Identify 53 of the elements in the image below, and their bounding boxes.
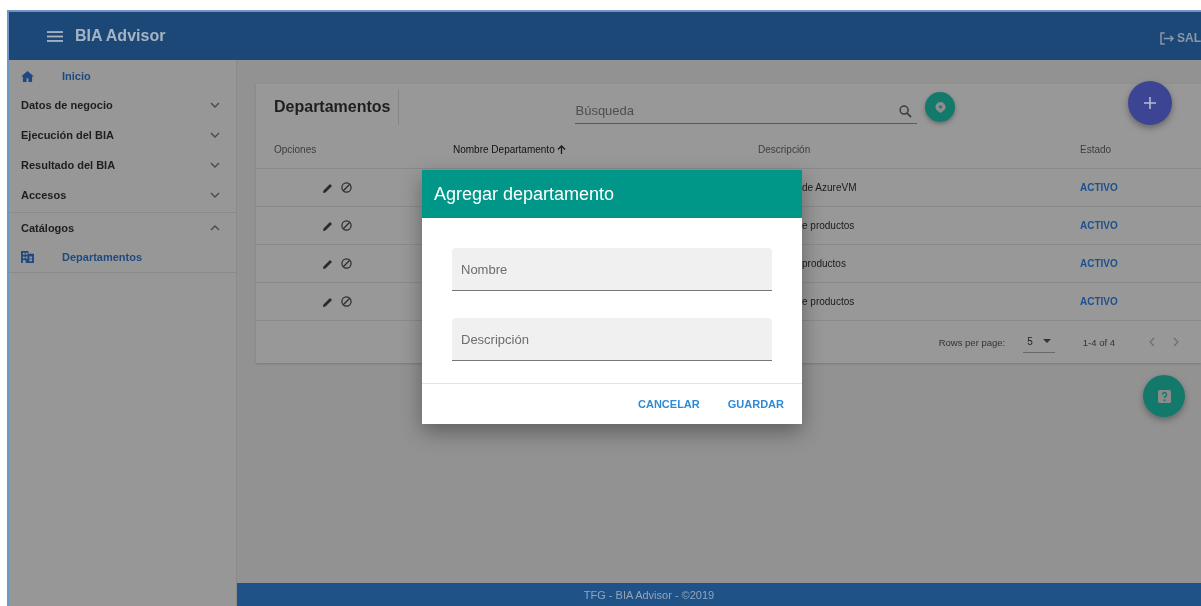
chevron-down-icon <box>210 102 220 108</box>
app-title: BIA Advisor <box>75 27 166 45</box>
status-text: ACTIVO <box>1079 258 1119 269</box>
column-header[interactable]: Nombre Departamento <box>435 143 740 155</box>
table-cell-text: productos <box>801 258 847 269</box>
building-icon <box>21 251 34 263</box>
dialog-title: Agregar departamento <box>434 183 615 205</box>
status-text: ACTIVO <box>1079 220 1119 231</box>
sidebar-group[interactable]: Ejecución del BIA <box>9 120 236 150</box>
sidebar-item[interactable]: Departamentos <box>9 243 236 273</box>
logout-icon <box>1160 31 1175 45</box>
chevron-down-icon <box>210 192 220 198</box>
block-icon[interactable] <box>341 220 352 231</box>
search-icon[interactable] <box>899 104 913 118</box>
input-field[interactable]: Nombre <box>452 248 772 291</box>
block-icon[interactable] <box>341 182 352 193</box>
search-field[interactable]: Búsqueda <box>575 98 918 124</box>
rows-per-page-select[interactable]: 5 <box>1023 331 1055 353</box>
chevron-up-icon <box>210 225 220 231</box>
status-text: ACTIVO <box>1079 182 1119 193</box>
sidebar-group[interactable]: Catálogos <box>9 212 236 243</box>
column-header: Descripción <box>757 143 812 155</box>
table-title: Departamentos <box>274 98 391 116</box>
edit-icon[interactable] <box>323 182 333 193</box>
rows-per-page-label: Rows per page: <box>938 336 1006 348</box>
block-icon[interactable] <box>341 258 352 269</box>
dialog-button[interactable]: GUARDAR <box>717 392 794 416</box>
sidebar-item[interactable]: Inicio <box>9 68 236 90</box>
column-header: Estado <box>1079 143 1113 155</box>
column-header: Opciones <box>273 143 318 155</box>
table-cell-text: de AzureVM <box>801 182 858 193</box>
sort-arrow-icon <box>556 144 566 154</box>
page-range: 1-4 of 4 <box>1082 336 1115 348</box>
home-icon <box>21 70 34 82</box>
caret-icon <box>1042 339 1051 343</box>
chevron-down-icon <box>210 132 220 138</box>
status-text: ACTIVO <box>1079 296 1119 307</box>
edit-icon[interactable] <box>323 296 333 307</box>
table-cell-text: e productos <box>801 296 856 307</box>
input-field[interactable]: Descripción <box>452 318 772 361</box>
dialog-button[interactable]: CANCELAR <box>628 392 710 416</box>
sidebar-group[interactable]: Accesos <box>9 180 236 210</box>
block-icon[interactable] <box>341 296 352 307</box>
chevron-down-icon <box>210 162 220 168</box>
menu-icon[interactable] <box>47 30 63 42</box>
edit-icon[interactable] <box>323 258 333 269</box>
edit-icon[interactable] <box>323 220 333 231</box>
table-cell-text: e productos <box>801 220 856 231</box>
logout-button[interactable]: SAL <box>1160 31 1201 45</box>
footer-text: TFG - BIA Advisor - ©2019 <box>583 588 715 601</box>
sidebar-group[interactable]: Resultado del BIA <box>9 150 236 180</box>
sidebar-group[interactable]: Datos de negocio <box>9 90 236 120</box>
plus-icon <box>1144 97 1156 109</box>
